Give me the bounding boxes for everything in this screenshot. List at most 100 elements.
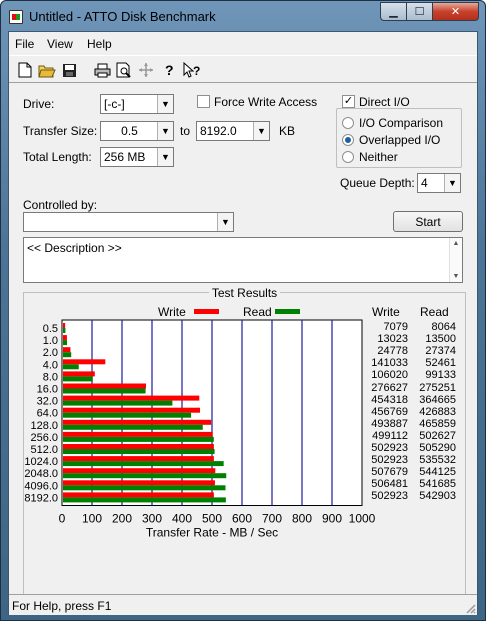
context-help-icon: ? xyxy=(183,62,200,78)
read-value: 275251 xyxy=(419,381,456,394)
transfer-size-to-value: 8192.0 xyxy=(200,124,237,138)
menu-file[interactable]: File xyxy=(15,37,34,51)
transfer-size-from-select[interactable]: 0.5 ▼ xyxy=(100,121,174,141)
y-tick-label: 8.0 xyxy=(43,371,58,383)
read-value: 535532 xyxy=(419,454,456,467)
x-axis-label: Transfer Rate - MB / Sec xyxy=(146,526,278,540)
read-value: 27374 xyxy=(425,345,456,358)
close-icon: ✕ xyxy=(450,6,461,18)
chevron-down-icon[interactable]: ▼ xyxy=(253,122,269,140)
write-bar xyxy=(63,347,71,353)
read-value: 8064 xyxy=(431,321,456,333)
scroll-up-icon[interactable]: ▲ xyxy=(453,240,460,247)
maximize-button[interactable]: ☐ xyxy=(407,2,433,21)
transfer-size-to-select[interactable]: 8192.0 ▼ xyxy=(196,121,270,141)
neither-radio[interactable] xyxy=(342,151,354,163)
chevron-down-icon[interactable]: ▼ xyxy=(157,148,173,166)
read-value: 364665 xyxy=(419,393,456,406)
maximize-icon: ☐ xyxy=(414,6,425,18)
read-value: 99133 xyxy=(425,369,456,382)
start-button-label: Start xyxy=(415,214,441,229)
write-bar xyxy=(63,407,201,413)
x-tick-label: 900 xyxy=(322,512,342,526)
save-button[interactable] xyxy=(58,59,80,81)
new-button[interactable] xyxy=(14,59,36,81)
help-icon: ? xyxy=(165,62,174,78)
write-bar xyxy=(63,359,106,365)
write-bar xyxy=(63,480,215,486)
io-comparison-radio[interactable] xyxy=(342,117,354,129)
x-tick-label: 600 xyxy=(232,512,252,526)
read-bar xyxy=(63,497,226,503)
chevron-down-icon[interactable]: ▼ xyxy=(157,122,173,140)
title-bar[interactable]: Untitled - ATTO Disk Benchmark ▁ ☐ ✕ xyxy=(1,1,485,31)
close-button[interactable]: ✕ xyxy=(433,2,479,21)
move-icon xyxy=(139,63,153,77)
x-tick-label: 800 xyxy=(292,512,312,526)
context-help-button[interactable]: ? xyxy=(181,59,203,81)
save-icon xyxy=(62,63,76,77)
print-button[interactable] xyxy=(91,59,113,81)
open-icon xyxy=(38,65,56,77)
read-value: 541685 xyxy=(419,478,456,491)
chevron-down-icon[interactable]: ▼ xyxy=(217,213,233,231)
menu-help[interactable]: Help xyxy=(87,37,112,51)
read-bar xyxy=(63,461,224,467)
move-button[interactable] xyxy=(135,59,157,81)
write-bar xyxy=(63,456,214,462)
read-bar xyxy=(63,485,226,491)
write-value: 456769 xyxy=(371,405,408,418)
overlapped-io-radio[interactable] xyxy=(342,134,354,146)
write-value: 24778 xyxy=(377,345,408,358)
description-textarea[interactable]: << Description >> ▲ ▼ xyxy=(23,237,463,283)
read-value: 465859 xyxy=(419,417,456,430)
chevron-down-icon[interactable]: ▼ xyxy=(157,95,173,113)
y-tick-label: 128.0 xyxy=(30,420,58,432)
y-tick-label: 4096.0 xyxy=(24,480,58,492)
test-results-title: Test Results xyxy=(208,286,281,300)
read-bar xyxy=(63,436,214,442)
force-write-checkbox[interactable] xyxy=(197,95,210,108)
resize-grip-icon[interactable] xyxy=(464,602,476,614)
help-button[interactable]: ? xyxy=(159,59,181,81)
read-value: 544125 xyxy=(419,466,456,479)
menu-view[interactable]: View xyxy=(47,37,73,51)
force-write-label: Force Write Access xyxy=(214,95,318,109)
total-length-select[interactable]: 256 MB ▼ xyxy=(100,147,174,167)
start-button[interactable]: Start xyxy=(393,211,463,232)
direct-io-checkbox[interactable]: ✓ xyxy=(342,95,355,108)
write-value: 499112 xyxy=(372,429,408,442)
write-value: 506481 xyxy=(371,478,408,491)
chevron-down-icon[interactable]: ▼ xyxy=(444,174,460,192)
write-value: 276627 xyxy=(371,381,408,394)
to-label: to xyxy=(180,124,191,138)
y-tick-label: 32.0 xyxy=(37,396,58,408)
total-length-value: 256 MB xyxy=(104,150,146,164)
new-icon xyxy=(18,62,32,78)
description-scrollbar[interactable]: ▲ ▼ xyxy=(449,238,462,282)
drive-select[interactable]: [-c-] ▼ xyxy=(100,94,174,114)
app-icon[interactable] xyxy=(9,10,23,24)
read-value: 13500 xyxy=(425,333,456,346)
scroll-down-icon[interactable]: ▼ xyxy=(453,273,460,280)
toolbar: ? ? xyxy=(9,55,477,83)
read-bar xyxy=(63,328,66,333)
x-tick-label: 1000 xyxy=(349,512,376,526)
print-preview-button[interactable] xyxy=(113,59,135,81)
menu-bar: File View Help xyxy=(9,32,477,54)
write-value: 502923 xyxy=(371,442,408,454)
test-results-group: Test Results Write Read Write Read 0 100 2… xyxy=(23,286,466,609)
check-icon: ✓ xyxy=(343,95,354,107)
write-bar xyxy=(63,431,213,437)
y-tick-label: 16.0 xyxy=(37,384,58,396)
minimize-button[interactable]: ▁ xyxy=(380,2,407,21)
write-bar xyxy=(63,383,146,389)
y-tick-label: 256.0 xyxy=(30,432,58,444)
y-tick-label: 1.0 xyxy=(43,335,58,347)
queue-depth-select[interactable]: 4 ▼ xyxy=(417,173,461,193)
y-tick-label: 2048.0 xyxy=(24,468,58,480)
y-tick-label: 8192.0 xyxy=(24,492,58,504)
open-button[interactable] xyxy=(36,59,58,81)
read-bar xyxy=(63,424,203,430)
controlled-by-select[interactable]: ▼ xyxy=(23,212,234,232)
